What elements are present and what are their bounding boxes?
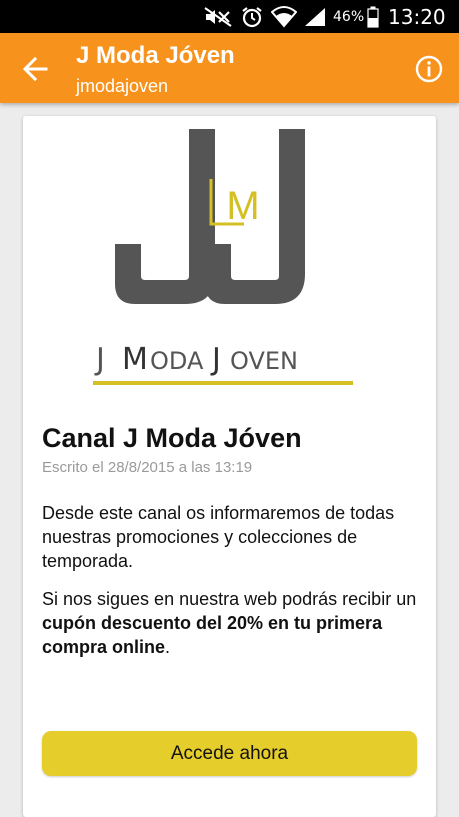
back-button[interactable] xyxy=(20,54,50,84)
svg-text:J: J xyxy=(94,342,105,377)
post-title: Canal J Moda Jóven xyxy=(42,423,302,453)
post-paragraph: Desde este canal os informaremos de toda… xyxy=(42,503,395,571)
channel-subtitle: jmodajoven xyxy=(76,76,169,96)
mute-icon xyxy=(203,0,233,33)
channel-title: J Moda Jóven xyxy=(76,42,235,69)
svg-text:OVEN: OVEN xyxy=(230,347,298,375)
svg-text:M: M xyxy=(122,342,148,377)
jmodajoven-logo: M J M ODA J OVEN xyxy=(93,129,353,385)
promo-text: Si nos sigues en nuestra web podrás reci… xyxy=(42,589,417,609)
promo-suffix: . xyxy=(165,637,171,657)
status-bar: 46% 13:20 xyxy=(0,0,459,33)
alarm-icon xyxy=(240,0,264,33)
svg-text:M: M xyxy=(226,184,259,228)
clock: 13:20 xyxy=(388,4,446,29)
post-paragraph-promo: Si nos sigues en nuestra web podrás reci… xyxy=(42,587,427,659)
arrow-back-icon xyxy=(22,56,48,82)
post-body: Desde este canal os informaremos de toda… xyxy=(42,501,427,673)
post-card: M J M ODA J OVEN Canal J Moda Jóven Escr… xyxy=(23,116,436,817)
wifi-icon xyxy=(271,0,297,33)
svg-text:J: J xyxy=(210,342,221,377)
battery-icon xyxy=(367,0,379,33)
post-date: Escrito el 28/8/2015 a las 13:19 xyxy=(42,459,253,476)
app-bar: J Moda Jóven jmodajoven xyxy=(0,33,459,103)
info-icon xyxy=(415,55,443,83)
svg-text:ODA: ODA xyxy=(150,347,204,375)
info-button[interactable] xyxy=(414,54,444,84)
signal-icon xyxy=(303,0,327,33)
battery-percent: 46% xyxy=(333,8,365,25)
promo-highlight: cupón descuento del 20% en tu primera co… xyxy=(42,613,383,657)
access-now-button[interactable]: Accede ahora xyxy=(42,731,417,776)
